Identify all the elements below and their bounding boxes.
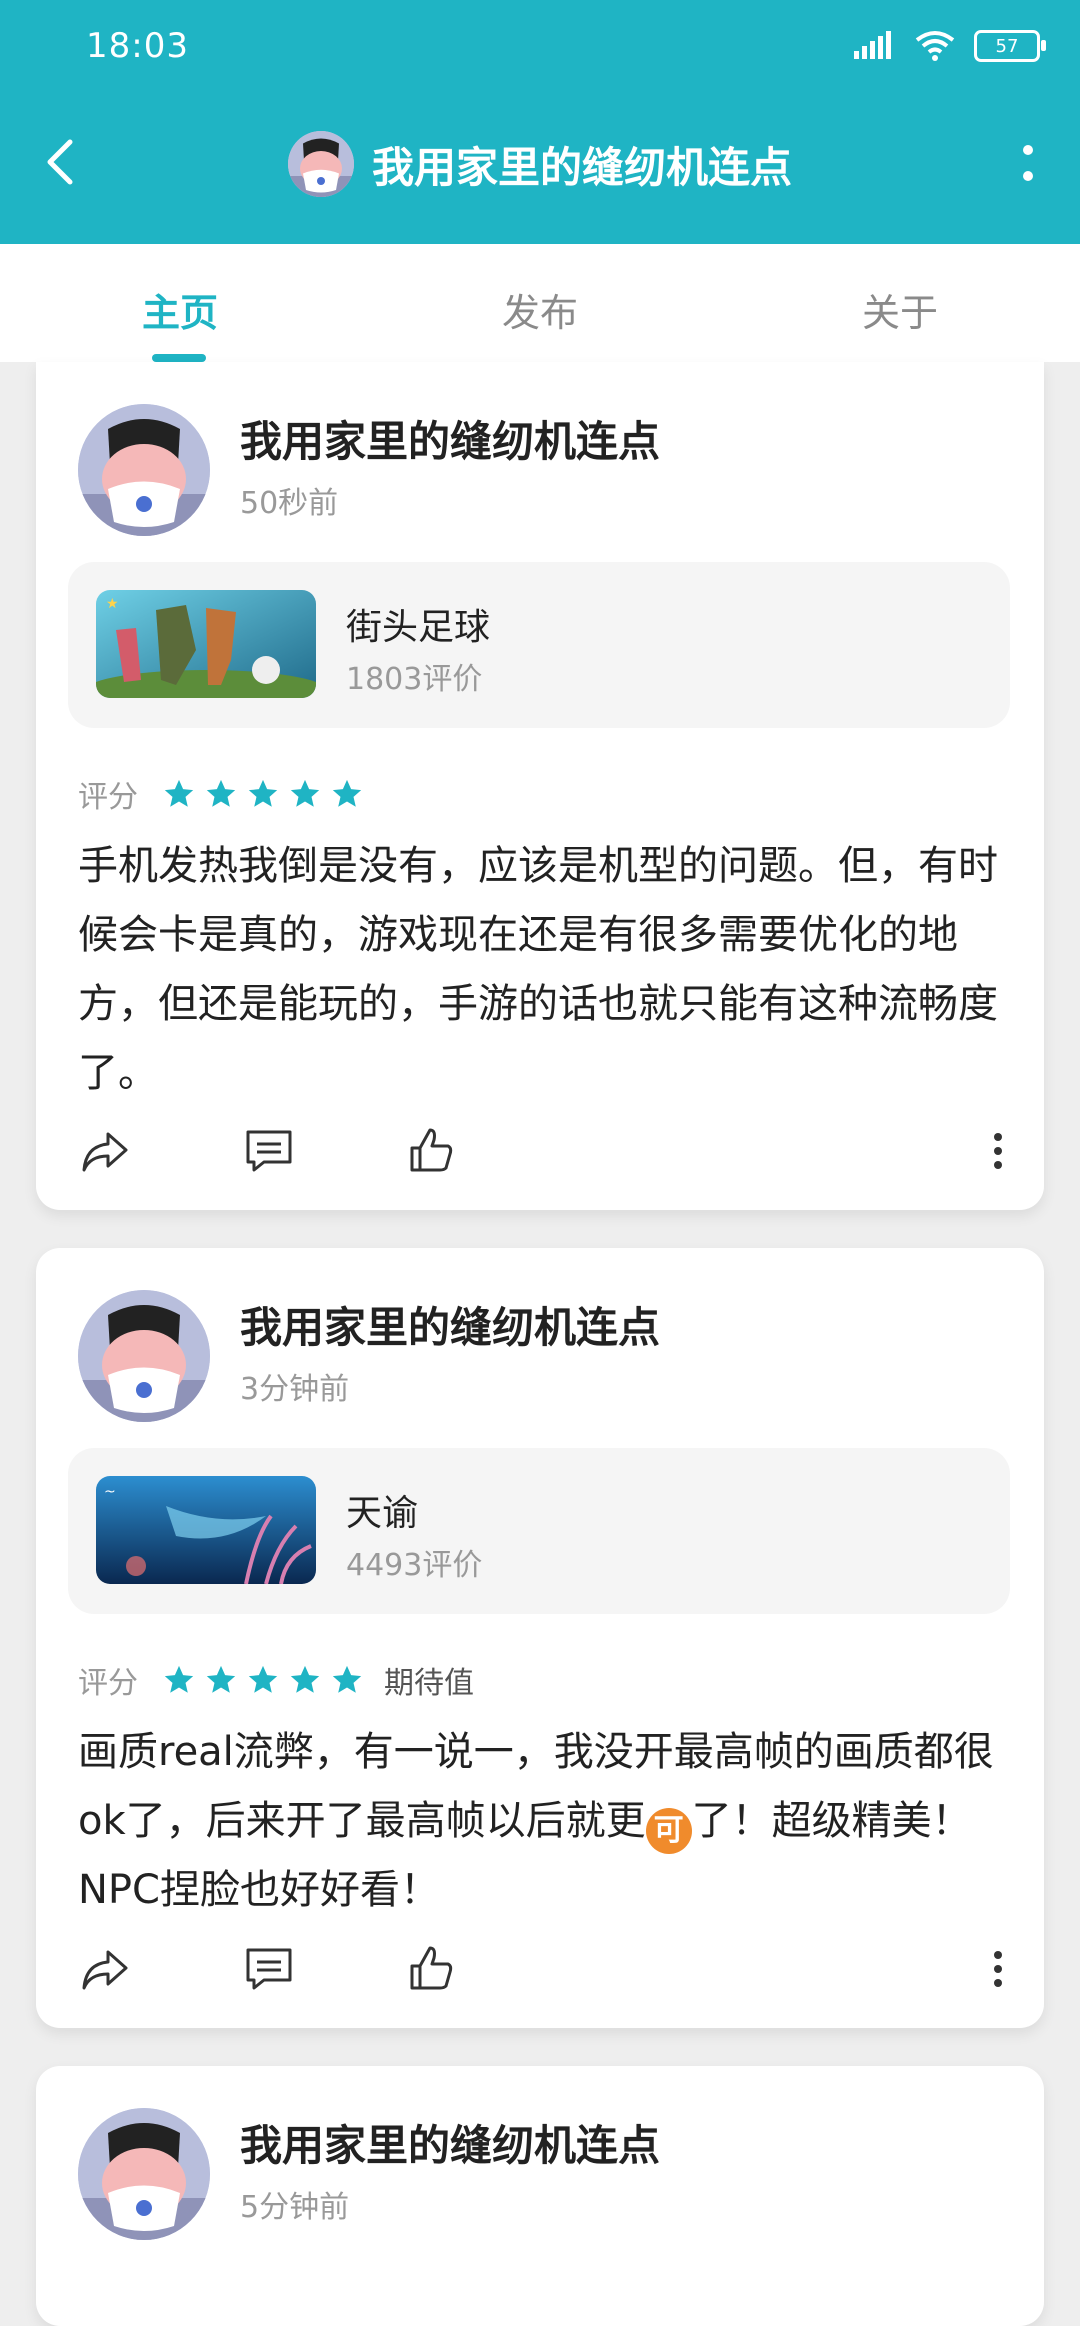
more-icon[interactable] <box>978 1942 1018 1996</box>
review-text[interactable]: 画质real流弊，有一说一，我没开最高帧的画质都很ok了，后来开了最高帧以后就更… <box>78 1718 1008 1925</box>
status-time: 18:03 <box>86 26 189 66</box>
like-icon[interactable] <box>404 1124 458 1178</box>
svg-text:★: ★ <box>106 596 119 612</box>
tab-indicator <box>152 354 206 362</box>
signal-icon <box>854 31 891 59</box>
star-icon <box>206 779 236 807</box>
battery-level: 57 <box>995 35 1019 57</box>
post-time: 5分钟前 <box>240 2190 350 2225</box>
avatar[interactable] <box>78 2108 210 2240</box>
star-icon <box>332 1665 362 1693</box>
avatar[interactable] <box>78 1290 210 1422</box>
game-name: 天谕 <box>346 1493 419 1534</box>
username[interactable]: 我用家里的缝纫机连点 <box>240 2112 660 2173</box>
review-count: 1803评价 <box>346 662 483 697</box>
header-title-group: 我用家里的缝纫机连点 <box>0 128 1080 200</box>
post-time: 3分钟前 <box>240 1372 350 1407</box>
rating-row: 评分 <box>78 774 364 815</box>
emoji-ko-icon: 可 <box>645 1808 692 1854</box>
wifi-icon <box>915 31 955 61</box>
tab-home[interactable]: 主页 <box>80 282 280 337</box>
post-card[interactable]: 我用家里的缝纫机连点 3分钟前 ~ 天谕 4493评价 评分 期待值 画质rea… <box>36 1248 1044 2028</box>
more-icon[interactable] <box>978 1124 1018 1178</box>
avatar[interactable] <box>78 404 210 536</box>
game-name: 街头足球 <box>346 607 491 648</box>
post-card[interactable]: 我用家里的缝纫机连点 5分钟前 <box>36 2066 1044 2326</box>
star-icon <box>164 1665 194 1693</box>
star-icon <box>206 1665 236 1693</box>
tab-publish[interactable]: 发布 <box>440 282 640 337</box>
star-icon <box>164 779 194 807</box>
review-text[interactable]: 手机发热我倒是没有，应该是机型的问题。但，有时候会卡是真的，游戏现在还是有很多需… <box>78 832 1008 1108</box>
username[interactable]: 我用家里的缝纫机连点 <box>240 1294 660 1355</box>
comment-icon[interactable] <box>242 1124 296 1178</box>
comment-icon[interactable] <box>242 1942 296 1996</box>
rating-stars <box>162 777 364 811</box>
star-icon <box>332 779 362 807</box>
share-icon[interactable] <box>78 1124 132 1178</box>
action-bar <box>78 1942 1018 2002</box>
rating-label: 评分 <box>78 1666 138 1701</box>
rating-row: 评分 期待值 <box>78 1660 474 1701</box>
post-card[interactable]: 我用家里的缝纫机连点 50秒前 ★ 街头足球 1803评价 评分 手机发热我倒是… <box>36 362 1044 1210</box>
avatar[interactable] <box>287 131 354 197</box>
tab-about[interactable]: 关于 <box>800 282 1000 337</box>
action-bar <box>78 1124 1018 1184</box>
status-icons: 57 <box>852 26 1046 66</box>
svg-text:~: ~ <box>104 1484 116 1500</box>
rating-stars <box>162 1663 364 1697</box>
more-vertical-icon[interactable] <box>1016 142 1040 186</box>
star-icon <box>290 779 320 807</box>
post-time: 50秒前 <box>240 486 339 521</box>
app-header: 18:03 57 我用家里的缝纫机连点 <box>0 0 1080 244</box>
expect-label: 期待值 <box>384 1666 474 1701</box>
like-icon[interactable] <box>404 1942 458 1996</box>
tab-bar: 主页 发布 关于 <box>0 244 1080 362</box>
rating-label: 评分 <box>78 780 138 815</box>
share-icon[interactable] <box>78 1942 132 1996</box>
star-icon <box>248 1665 278 1693</box>
star-icon <box>248 779 278 807</box>
game-card[interactable]: ~ 天谕 4493评价 <box>68 1448 1010 1614</box>
star-icon <box>290 1665 320 1693</box>
game-thumbnail: ★ <box>96 590 316 698</box>
battery-icon: 57 <box>974 30 1046 62</box>
page-title: 我用家里的缝纫机连点 <box>371 142 792 192</box>
game-card[interactable]: ★ 街头足球 1803评价 <box>68 562 1010 728</box>
review-count: 4493评价 <box>346 1548 483 1583</box>
game-thumbnail: ~ <box>96 1476 316 1584</box>
username[interactable]: 我用家里的缝纫机连点 <box>240 408 660 469</box>
